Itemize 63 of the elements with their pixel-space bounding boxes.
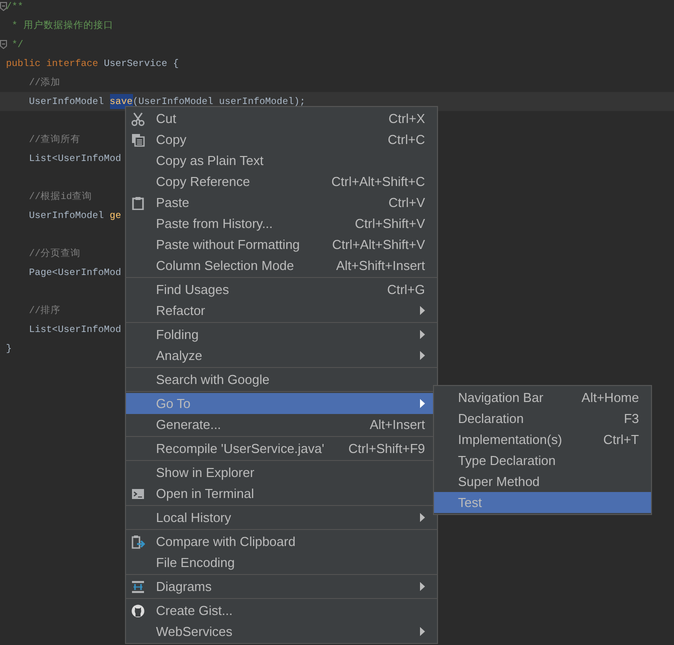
menu-item[interactable]: Copy Reference Ctrl+Alt+Shift+C [126, 171, 437, 192]
menu-item[interactable]: Folding [126, 324, 437, 345]
code-comment: //根据id查询 [28, 190, 92, 204]
submenu-arrow-icon [420, 582, 425, 591]
code-comment: /** [6, 0, 24, 14]
menu-item[interactable]: Find Usages Ctrl+G [126, 279, 437, 300]
menu-item[interactable]: Recompile 'UserService.java' Ctrl+Shift+F9 [126, 438, 437, 459]
code-comment: * [10, 19, 19, 33]
submenu-arrow-icon [420, 306, 425, 315]
code-text: List<UserInfoMod [28, 323, 122, 337]
menu-item[interactable]: Analyze [126, 345, 437, 366]
diagram-icon [131, 580, 145, 594]
menu-item[interactable]: Compare with Clipboard [126, 531, 437, 552]
menu-item[interactable]: Copy Ctrl+C [126, 129, 437, 150]
menu-item[interactable]: WebServices [126, 621, 437, 642]
menu-item[interactable]: Declaration F3 [434, 408, 651, 429]
fold-icon[interactable] [0, 2, 7, 11]
scissors-icon [131, 112, 145, 126]
menu-item[interactable]: Super Method [434, 471, 651, 492]
menu-item[interactable]: Paste from History... Ctrl+Shift+V [126, 213, 437, 234]
compare-icon [131, 534, 145, 548]
code-text: (UserInfoModel userInfoModel); [132, 95, 306, 109]
submenu-arrow-icon [420, 627, 425, 636]
menu-item[interactable]: Cut Ctrl+X [126, 108, 437, 129]
menu-item[interactable]: Local History [126, 507, 437, 528]
submenu-arrow-icon [420, 330, 425, 339]
menu-item[interactable]: Search with Google [126, 369, 437, 390]
menu-item[interactable]: Show in Explorer [126, 462, 437, 483]
menu-item[interactable]: Open in Terminal [126, 483, 437, 504]
submenu-arrow-icon [420, 513, 425, 522]
menu-item[interactable]: Paste without Formatting Ctrl+Alt+Shift+V [126, 234, 437, 255]
code-comment: //排序 [28, 304, 61, 318]
code-text: Page<UserInfoMod [28, 266, 122, 280]
clipboard-icon [131, 196, 145, 210]
code-text: UserInfoModel [28, 209, 105, 223]
fold-icon[interactable] [0, 40, 7, 49]
code-comment: 用户数据操作的接口 [23, 19, 114, 33]
terminal-icon [131, 486, 145, 500]
code-text: List<UserInfoMod [28, 152, 122, 166]
menu-item[interactable]: Diagrams [126, 576, 437, 597]
code-text: } [6, 342, 12, 356]
menu-item[interactable]: Create Gist... [126, 600, 437, 621]
menu-item[interactable]: Paste Ctrl+V [126, 192, 437, 213]
menu-item[interactable]: Refactor [126, 300, 437, 321]
code-comment: */ [10, 38, 24, 52]
submenu-arrow-icon [420, 351, 425, 360]
code-text: ge [110, 209, 122, 223]
code-comment: //添加 [28, 76, 61, 90]
code-text: UserService { [104, 57, 179, 71]
code-text: UserInfoModel [28, 95, 105, 109]
code-comment: //查询所有 [28, 133, 81, 147]
menu-item[interactable]: Implementation(s) Ctrl+T [434, 429, 651, 450]
menu-item[interactable]: Generate... Alt+Insert [126, 414, 437, 435]
menu-item[interactable]: Copy as Plain Text [126, 150, 437, 171]
menu-item[interactable]: Type Declaration [434, 450, 651, 471]
menu-item[interactable]: File Encoding [126, 552, 437, 573]
code-text: public interface [6, 57, 100, 71]
menu-item[interactable]: Column Selection Mode Alt+Shift+Insert [126, 255, 437, 276]
selected-text: save [110, 94, 133, 109]
menu-item[interactable]: Navigation Bar Alt+Home [434, 387, 651, 408]
code-comment: //分页查询 [28, 247, 81, 261]
submenu-arrow-icon [420, 399, 425, 408]
copy-icon [131, 132, 145, 146]
